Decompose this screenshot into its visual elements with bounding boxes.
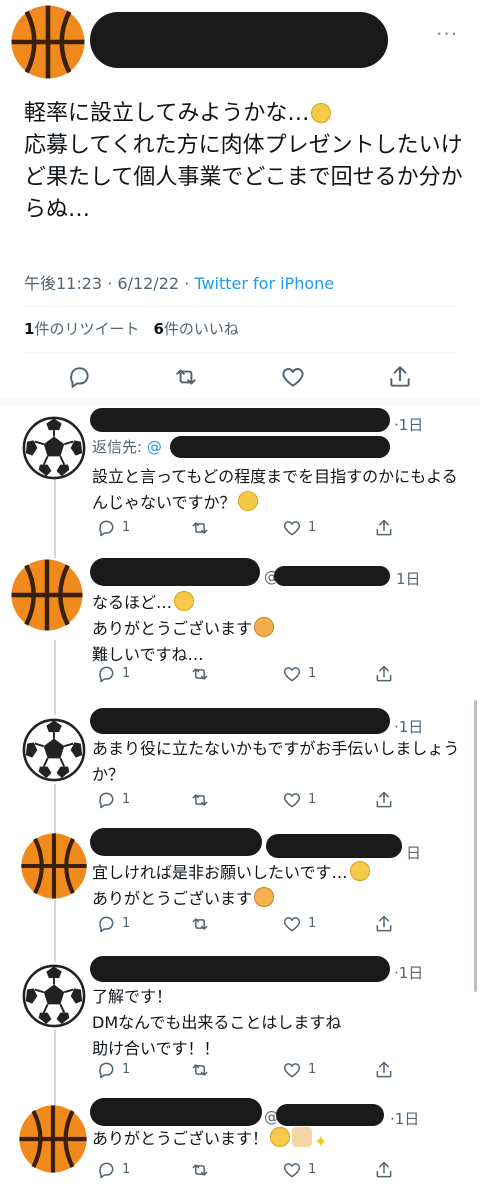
redacted-username <box>90 956 390 982</box>
reply-icon[interactable] <box>96 790 116 810</box>
reply-to: 返信先: @ <box>92 438 162 456</box>
retweet-icon[interactable] <box>173 364 199 390</box>
like-icon[interactable] <box>282 1160 302 1180</box>
reply-count: 1 <box>122 1162 131 1177</box>
thread-line <box>54 900 56 962</box>
reply-icon[interactable] <box>96 518 116 538</box>
reply-text: なるほど… ありがとうございます 難しいですね… <box>92 590 462 668</box>
share-icon[interactable] <box>374 1160 394 1180</box>
reply-text: ありがとうございます！ ✦ <box>92 1127 328 1151</box>
more-options-icon[interactable]: ··· <box>436 22 458 46</box>
reply-timestamp[interactable]: ·1日 <box>394 414 423 435</box>
thinking-face-icon <box>311 103 332 123</box>
thinking-face-icon <box>237 491 258 511</box>
avatar-soccer-ball-icon[interactable] <box>22 416 86 480</box>
bowing-person-icon <box>254 887 275 907</box>
share-icon[interactable] <box>387 364 413 390</box>
avatar-soccer-ball-icon[interactable] <box>22 718 86 782</box>
reply-icon[interactable] <box>96 914 116 934</box>
retweets-stat[interactable]: 1件のリツイート <box>24 320 139 338</box>
folded-hands-icon <box>292 1127 313 1147</box>
loudly-crying-face-icon <box>270 1127 291 1147</box>
reply-timestamp[interactable]: ·1日 <box>394 962 423 983</box>
tweet-stats: 1件のリツイート 6件のいいね <box>24 318 239 339</box>
reply-to-handle[interactable]: @ <box>147 438 162 456</box>
retweet-icon[interactable] <box>190 790 210 810</box>
bowing-person-icon <box>254 617 275 637</box>
thread-line <box>54 640 56 715</box>
retweet-icon[interactable] <box>190 1160 210 1180</box>
reply-icon[interactable] <box>96 1060 116 1080</box>
reply-icon[interactable] <box>66 364 92 390</box>
like-icon[interactable] <box>282 914 302 934</box>
like-icon[interactable] <box>282 1060 302 1080</box>
like-icon[interactable] <box>282 518 302 538</box>
reply-icon[interactable] <box>96 1160 116 1180</box>
retweet-icon[interactable] <box>190 518 210 538</box>
like-count: 1 <box>308 916 317 931</box>
tweet-text-line1: 軽率に設立してみようかな… <box>24 101 310 126</box>
retweet-icon[interactable] <box>190 664 210 684</box>
like-count: 1 <box>308 1062 317 1077</box>
tweet-text-line2: 応募してくれた方に肉体プレゼントしたいけど果たして個人事業でどこまで回せるか分か… <box>24 133 463 222</box>
retweet-icon[interactable] <box>190 914 210 934</box>
avatar-soccer-ball-icon[interactable] <box>22 964 86 1028</box>
reply-count: 1 <box>122 792 131 807</box>
tweet-meta: 午後11:23 · 6/12/22 · Twitter for iPhone <box>24 270 334 294</box>
reply-text: 宜しければ是非お願いしたいです… ありがとうございます <box>92 860 462 912</box>
avatar-basketball-icon[interactable] <box>18 1104 88 1174</box>
section-separator <box>0 398 480 406</box>
reply-count: 1 <box>122 520 131 535</box>
like-count: 1 <box>308 666 317 681</box>
scrollbar[interactable] <box>474 700 477 992</box>
like-icon[interactable] <box>280 364 306 390</box>
divider <box>24 352 456 353</box>
redacted-handle <box>276 1104 384 1126</box>
redacted-handle <box>266 834 402 858</box>
redacted-username <box>90 708 390 734</box>
redacted-username <box>90 408 390 432</box>
like-count: 1 <box>308 1162 317 1177</box>
reply-text: あまり役に立たないかもですがお手伝いしましょうか？ <box>92 739 460 784</box>
redacted-handle <box>274 566 390 586</box>
redacted-username <box>90 558 260 586</box>
like-icon[interactable] <box>282 790 302 810</box>
share-icon[interactable] <box>374 518 394 538</box>
thread-line <box>54 784 56 836</box>
thread-line <box>54 1030 56 1110</box>
reply-count: 1 <box>122 1062 131 1077</box>
like-icon[interactable] <box>282 664 302 684</box>
loudly-crying-face-icon <box>349 861 370 881</box>
tweet-text: 軽率に設立してみようかな… 応募してくれた方に肉体プレゼントしたいけど果たして個… <box>24 98 464 226</box>
avatar-basketball-icon[interactable] <box>10 558 84 632</box>
reply-timestamp[interactable]: ·1日 <box>394 716 423 737</box>
retweet-icon[interactable] <box>190 1060 210 1080</box>
redacted-username <box>90 12 388 68</box>
thread-line <box>54 478 56 558</box>
likes-stat[interactable]: 6件のいいね <box>153 320 238 338</box>
redacted-handle <box>170 436 390 458</box>
reply-icon[interactable] <box>96 664 116 684</box>
share-icon[interactable] <box>374 664 394 684</box>
avatar-basketball-icon[interactable] <box>10 4 86 80</box>
like-count: 1 <box>308 792 317 807</box>
thinking-face-icon <box>174 591 195 611</box>
reply-count: 1 <box>122 916 131 931</box>
reply-text: 設立と言ってもどの程度までを目指すのかにもよるんじゃないですか？ <box>92 467 458 512</box>
avatar-basketball-icon[interactable] <box>20 832 88 900</box>
reply-text: 了解です！ DMなんでも出来ることはしますね 助け合いです！！ <box>92 987 342 1058</box>
share-icon[interactable] <box>374 914 394 934</box>
like-count: 1 <box>308 520 317 535</box>
redacted-username <box>90 828 262 856</box>
share-icon[interactable] <box>374 790 394 810</box>
tweet-source-link[interactable]: Twitter for iPhone <box>194 274 334 293</box>
share-icon[interactable] <box>374 1060 394 1080</box>
tweet-timestamp[interactable]: 午後11:23 · 6/12/22 · <box>24 274 194 293</box>
redacted-username <box>90 1098 262 1126</box>
reply-timestamp[interactable]: 1日 <box>396 568 421 589</box>
divider <box>24 306 456 307</box>
reply-count: 1 <box>122 666 131 681</box>
sparkles-icon: ✦ <box>314 1132 328 1151</box>
